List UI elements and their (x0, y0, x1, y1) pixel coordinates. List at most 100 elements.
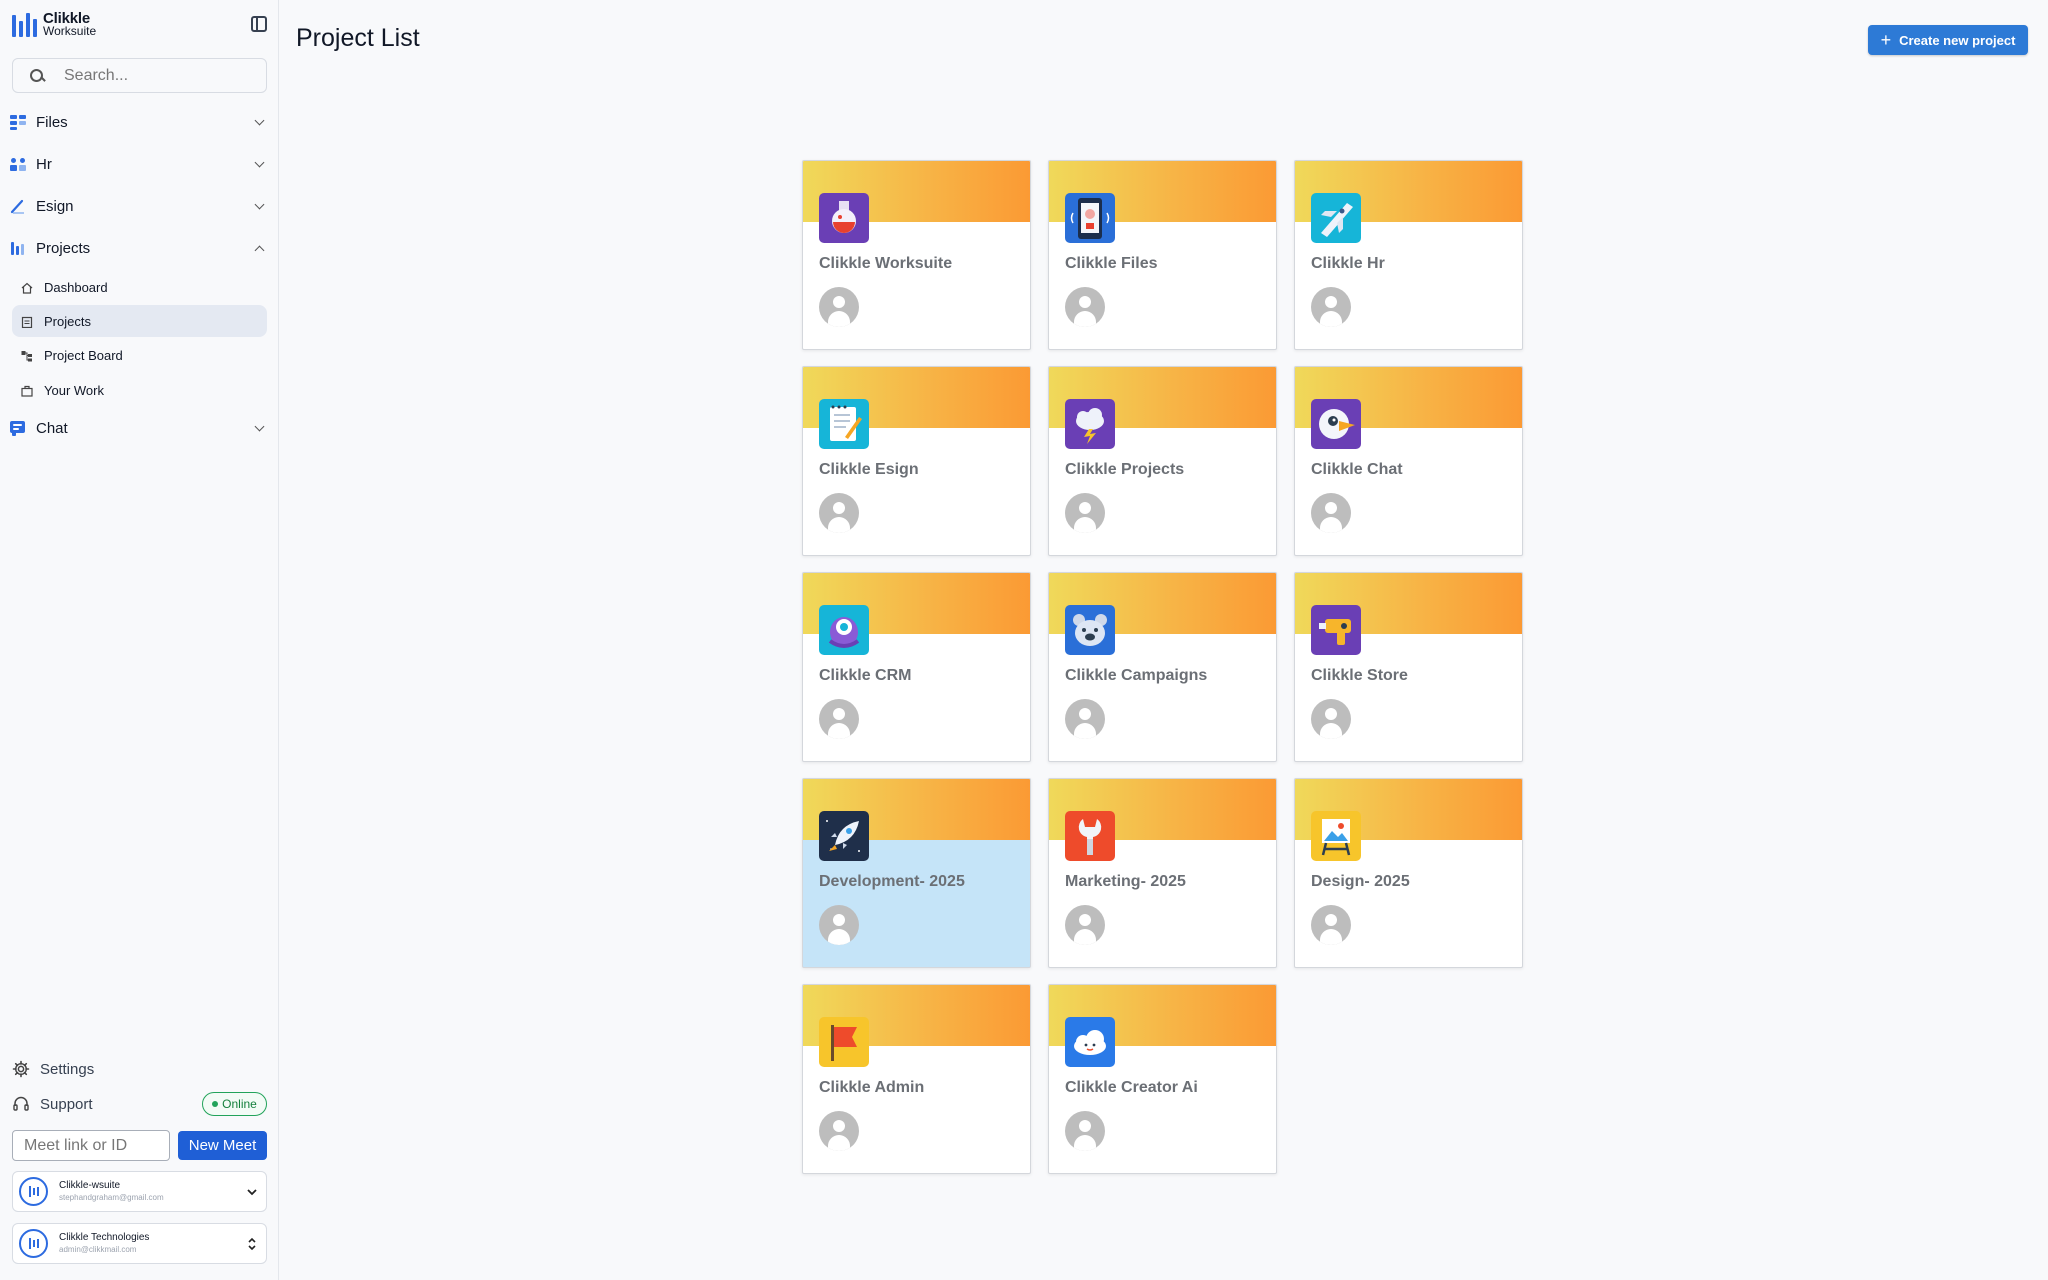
sidebar-item-project-board[interactable]: Project Board (12, 339, 267, 371)
meet-link-input[interactable] (12, 1130, 170, 1161)
project-card[interactable]: Clikkle Campaigns (1048, 572, 1277, 762)
sidebar-item-dashboard[interactable]: Dashboard (12, 271, 267, 303)
sidebar-section-label: Projects (36, 239, 91, 257)
member-avatar (1311, 699, 1351, 739)
project-card[interactable]: Clikkle CRM (802, 572, 1031, 762)
bear-icon (1065, 605, 1115, 655)
project-name: Clikkle Worksuite (819, 255, 953, 272)
sidebar-item-your-work[interactable]: Your Work (12, 374, 267, 406)
brand-logo[interactable]: Clikkle Worksuite (12, 11, 97, 38)
easel-icon (1311, 811, 1361, 861)
rocket-plane-icon (1311, 193, 1361, 243)
sidebar-item-label: Dashboard (44, 279, 108, 295)
project-name: Clikkle Store (1311, 667, 1408, 684)
sidebar-section-label: Hr (36, 155, 52, 173)
project-card[interactable]: Clikkle Admin (802, 984, 1031, 1174)
project-name: Clikkle Projects (1065, 461, 1185, 478)
monster-icon (819, 605, 869, 655)
account-email: stephandgraham@gmail.com (59, 1192, 164, 1202)
member-avatar (819, 493, 859, 533)
member-avatar (1311, 493, 1351, 533)
page-title: Project List (296, 24, 420, 52)
member-avatar (1065, 493, 1105, 533)
settings-label: Settings (40, 1060, 95, 1078)
chevron-up-down-icon (244, 1236, 260, 1252)
sidebar-section-esign[interactable]: Esign (10, 191, 269, 221)
sidebar-section-projects[interactable]: Projects (10, 233, 269, 263)
sidebar-section-files[interactable]: Files (10, 107, 269, 137)
status-badge: Online (202, 1092, 267, 1116)
account-name: Clikkle-wsuite (59, 1179, 121, 1191)
sidebar-section-hr[interactable]: Hr (10, 149, 269, 179)
project-name: Clikkle Creator Ai (1065, 1079, 1198, 1096)
plus-icon: + (1880, 30, 1892, 50)
avatar (19, 1229, 48, 1258)
sidebar-section-chat[interactable]: Chat (10, 413, 269, 443)
member-avatar (1065, 287, 1105, 327)
projects-icon (10, 240, 26, 256)
project-card[interactable]: Development- 2025 (802, 778, 1031, 968)
briefcase-icon (21, 384, 33, 397)
sidebar-section-label: Chat (36, 419, 68, 437)
sidebar-item-projects[interactable]: Projects (12, 305, 267, 337)
flag-icon (819, 1017, 869, 1067)
member-avatar (1065, 905, 1105, 945)
member-avatar (1065, 699, 1105, 739)
project-card[interactable]: Design- 2025 (1294, 778, 1523, 968)
project-card[interactable]: Marketing- 2025 (1048, 778, 1277, 968)
project-card[interactable]: Clikkle Hr (1294, 160, 1523, 350)
board-icon (21, 349, 33, 362)
account-switcher-personal[interactable]: Clikkle-wsuite stephandgraham@gmail.com (12, 1171, 267, 1212)
files-icon (10, 114, 26, 130)
clikkle-logo-icon (12, 13, 37, 37)
member-avatar (1311, 287, 1351, 327)
sidebar-item-label: Projects (44, 313, 91, 329)
chevron-down-icon (254, 157, 265, 167)
account-name: Clikkle Technologies (59, 1231, 150, 1243)
member-avatar (819, 699, 859, 739)
sidebar-item-label: Your Work (44, 382, 104, 398)
member-avatar (1065, 1111, 1105, 1151)
create-new-project-button[interactable]: + Create new project (1868, 25, 2028, 55)
rocket-icon (819, 811, 869, 861)
project-name: Clikkle Esign (819, 461, 919, 478)
storm-cloud-icon (1065, 399, 1115, 449)
settings-link[interactable]: Settings (12, 1057, 267, 1081)
clipboard-icon (21, 315, 33, 329)
search-box (12, 58, 267, 93)
project-name: Clikkle Chat (1311, 461, 1403, 478)
chevron-down-icon (254, 115, 265, 125)
phone-icon (1065, 193, 1115, 243)
member-avatar (819, 905, 859, 945)
wrench-icon (1065, 811, 1115, 861)
notepad-icon (819, 399, 869, 449)
sidebar-toggle-icon[interactable] (251, 16, 267, 32)
cloud-icon (1065, 1017, 1115, 1067)
avatar (19, 1177, 48, 1206)
sidebar-item-label: Project Board (44, 347, 123, 363)
project-card[interactable]: Clikkle Esign (802, 366, 1031, 556)
account-switcher-organization[interactable]: Clikkle Technologies admin@clikkmail.com (12, 1223, 267, 1264)
project-card[interactable]: Clikkle Chat (1294, 366, 1523, 556)
headset-icon (12, 1095, 30, 1113)
account-email: admin@clikkmail.com (59, 1244, 137, 1254)
project-name: Clikkle Hr (1311, 255, 1385, 272)
search-icon (30, 68, 44, 83)
sidebar-section-label: Files (36, 113, 68, 131)
project-name: Clikkle Files (1065, 255, 1158, 272)
project-card[interactable]: Clikkle Store (1294, 572, 1523, 762)
pen-icon (10, 198, 26, 214)
blow-dryer-icon (1311, 605, 1361, 655)
sidebar-section-label: Esign (36, 197, 74, 215)
potion-icon (819, 193, 869, 243)
project-card[interactable]: Clikkle Creator Ai (1048, 984, 1277, 1174)
new-meet-button[interactable]: New Meet (178, 1131, 267, 1160)
brand-product: Worksuite (43, 24, 97, 38)
project-card[interactable]: Clikkle Worksuite (802, 160, 1031, 350)
project-card[interactable]: Clikkle Files (1048, 160, 1277, 350)
search-input[interactable] (64, 66, 244, 85)
bird-icon (1311, 399, 1361, 449)
chevron-down-icon (254, 199, 265, 209)
project-card[interactable]: Clikkle Projects (1048, 366, 1277, 556)
home-icon (21, 281, 33, 294)
